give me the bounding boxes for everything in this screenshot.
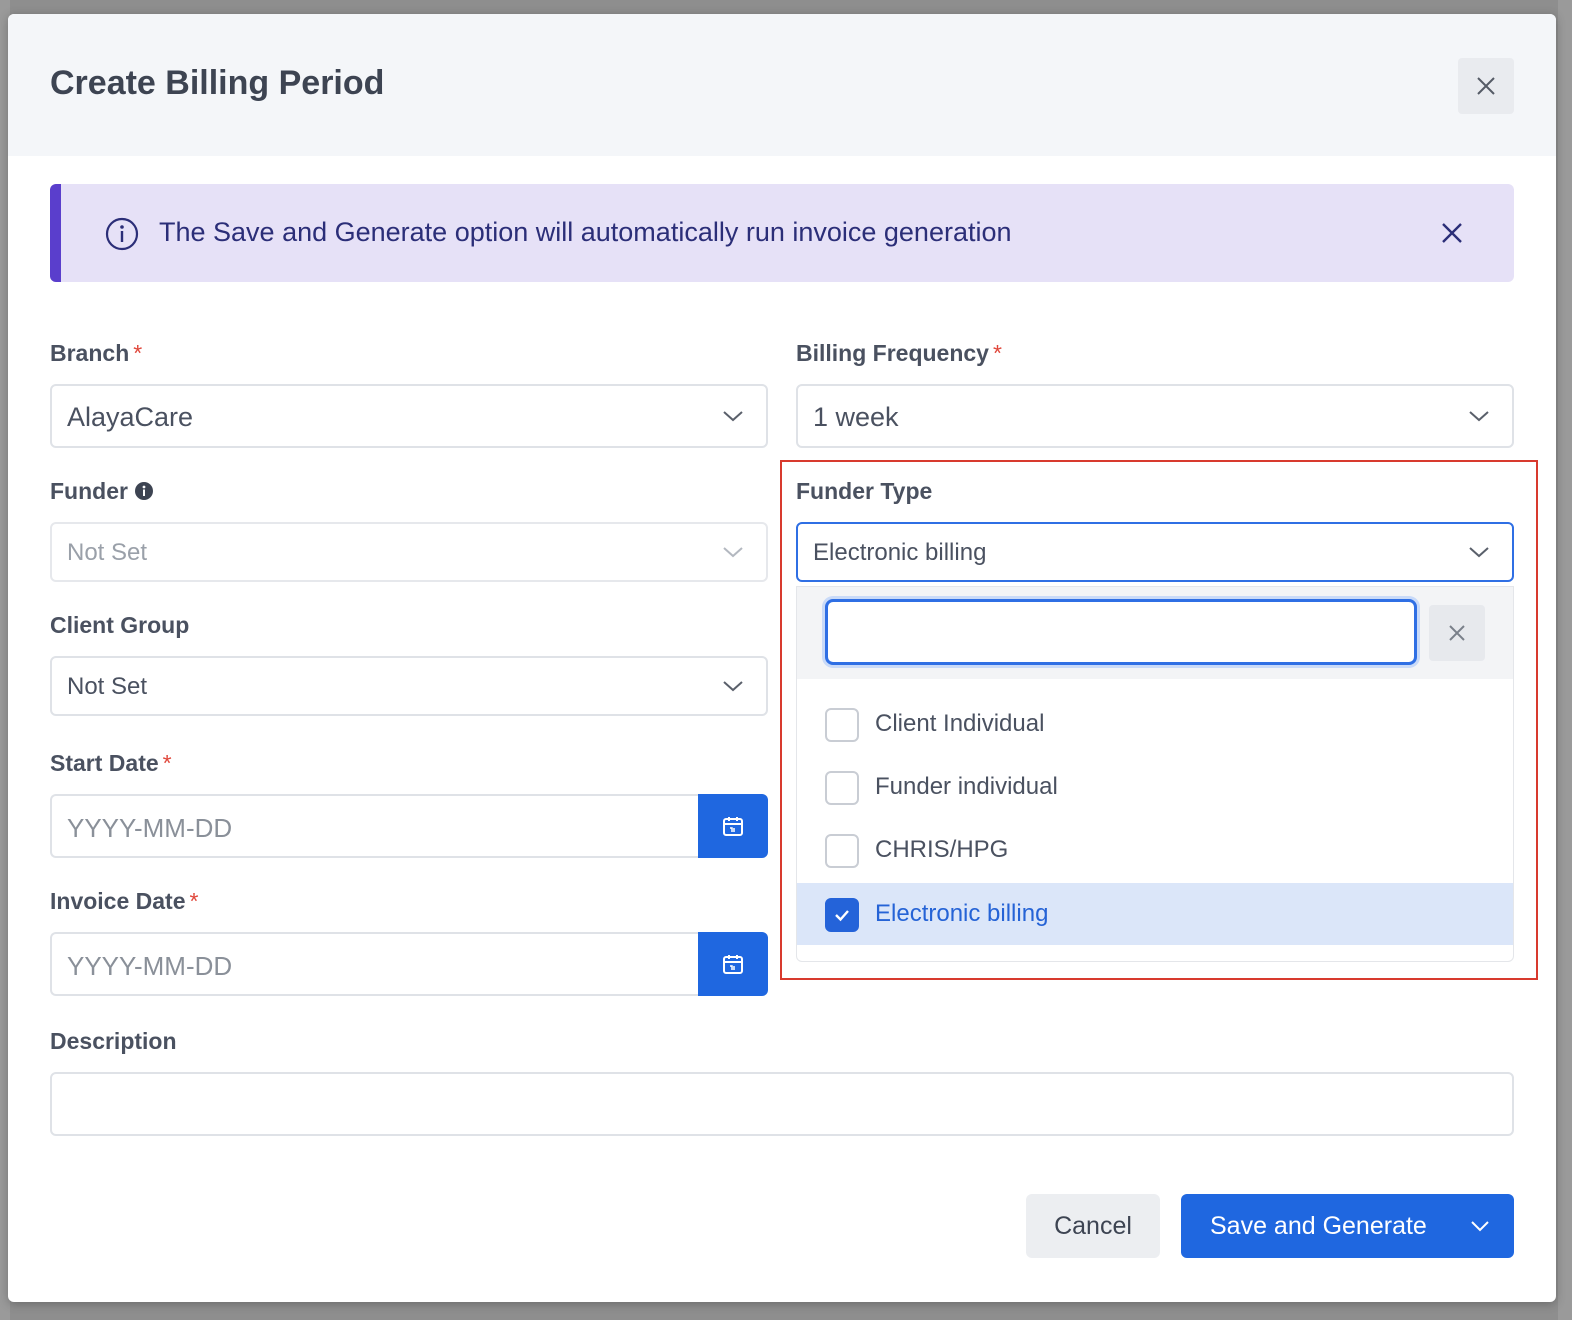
funder-label: Funder bbox=[50, 478, 154, 505]
dropdown-search-area bbox=[797, 587, 1513, 679]
chevron-down-icon[interactable] bbox=[1470, 1219, 1490, 1233]
dropdown-option-electronic-billing[interactable]: Electronic billing bbox=[797, 883, 1513, 945]
invoice-date-placeholder: YYYY-MM-DD bbox=[67, 951, 233, 981]
funder-type-select[interactable]: Electronic billing bbox=[796, 522, 1514, 582]
client-group-label: Client Group bbox=[50, 612, 190, 638]
funder-type-dropdown: Client Individual Funder individual CHRI… bbox=[796, 586, 1514, 962]
option-label: Funder individual bbox=[875, 773, 1058, 800]
create-billing-period-modal: Create Billing Period The Save and Gener… bbox=[8, 14, 1556, 1302]
client-group-select[interactable]: Not Set bbox=[50, 656, 768, 716]
chevron-down-icon bbox=[1469, 547, 1489, 558]
checkbox[interactable] bbox=[825, 771, 859, 805]
info-banner: The Save and Generate option will automa… bbox=[50, 184, 1514, 282]
invoice-date-calendar-button[interactable] bbox=[698, 932, 768, 996]
chevron-down-icon bbox=[723, 411, 743, 422]
info-icon[interactable] bbox=[134, 481, 154, 501]
branch-label-text: Branch bbox=[50, 340, 130, 366]
background-page-right bbox=[1558, 0, 1572, 1320]
billing-frequency-select[interactable]: 1 week bbox=[796, 384, 1514, 448]
checkbox-checked[interactable] bbox=[825, 898, 859, 932]
dropdown-option-chris-hpg[interactable]: CHRIS/HPG bbox=[797, 819, 1513, 881]
start-date-label: Start Date * bbox=[50, 750, 172, 777]
client-group-value: Not Set bbox=[67, 673, 148, 700]
info-icon bbox=[105, 217, 139, 251]
dropdown-search-input[interactable] bbox=[825, 599, 1417, 665]
dropdown-option-client-individual[interactable]: Client Individual bbox=[797, 693, 1513, 755]
billing-frequency-label: Billing Frequency * bbox=[796, 340, 1002, 367]
funder-type-value: Electronic billing bbox=[813, 539, 987, 566]
option-label: CHRIS/HPG bbox=[875, 836, 1009, 863]
branch-label: Branch * bbox=[50, 340, 142, 367]
checkbox[interactable] bbox=[825, 708, 859, 742]
required-marker: * bbox=[162, 750, 172, 776]
dropdown-clear-button[interactable] bbox=[1429, 605, 1485, 661]
close-icon bbox=[1477, 77, 1495, 95]
chevron-down-icon bbox=[723, 681, 743, 692]
modal-header: Create Billing Period bbox=[8, 14, 1556, 156]
description-input[interactable] bbox=[50, 1072, 1514, 1136]
close-icon bbox=[1449, 625, 1465, 641]
invoice-date-label: Invoice Date * bbox=[50, 888, 198, 915]
save-and-generate-button[interactable]: Save and Generate bbox=[1181, 1194, 1514, 1258]
calendar-icon bbox=[723, 955, 743, 974]
checkbox[interactable] bbox=[825, 834, 859, 868]
funder-select[interactable]: Not Set bbox=[50, 522, 768, 582]
save-and-generate-label: Save and Generate bbox=[1210, 1212, 1427, 1240]
description-label: Description bbox=[50, 1028, 177, 1054]
start-date-input[interactable]: YYYY-MM-DD bbox=[50, 794, 698, 858]
check-icon bbox=[835, 910, 849, 922]
cancel-button[interactable]: Cancel bbox=[1026, 1194, 1160, 1258]
invoice-date-label-text: Invoice Date bbox=[50, 888, 186, 914]
option-label: Client Individual bbox=[875, 710, 1045, 737]
banner-close-icon[interactable] bbox=[1439, 220, 1465, 246]
required-marker: * bbox=[189, 888, 199, 914]
required-marker: * bbox=[992, 340, 1002, 366]
chevron-down-icon bbox=[1469, 411, 1489, 422]
branch-select[interactable]: AlayaCare bbox=[50, 384, 768, 448]
dropdown-option-funder-individual[interactable]: Funder individual bbox=[797, 756, 1513, 818]
banner-message: The Save and Generate option will automa… bbox=[159, 217, 1012, 247]
branch-value: AlayaCare bbox=[67, 402, 194, 432]
funder-type-label: Funder Type bbox=[796, 478, 933, 504]
start-date-label-text: Start Date bbox=[50, 750, 159, 776]
start-date-placeholder: YYYY-MM-DD bbox=[67, 813, 233, 843]
funder-value: Not Set bbox=[67, 539, 148, 566]
billing-frequency-label-text: Billing Frequency bbox=[796, 340, 989, 366]
modal-title: Create Billing Period bbox=[50, 64, 385, 102]
billing-frequency-value: 1 week bbox=[813, 402, 899, 432]
funder-label-text: Funder bbox=[50, 478, 128, 504]
chevron-down-icon bbox=[723, 547, 743, 558]
invoice-date-input[interactable]: YYYY-MM-DD bbox=[50, 932, 698, 996]
calendar-icon bbox=[723, 817, 743, 836]
required-marker: * bbox=[133, 340, 143, 366]
option-label: Electronic billing bbox=[875, 900, 1049, 927]
start-date-calendar-button[interactable] bbox=[698, 794, 768, 858]
modal-close-button[interactable] bbox=[1458, 58, 1514, 114]
